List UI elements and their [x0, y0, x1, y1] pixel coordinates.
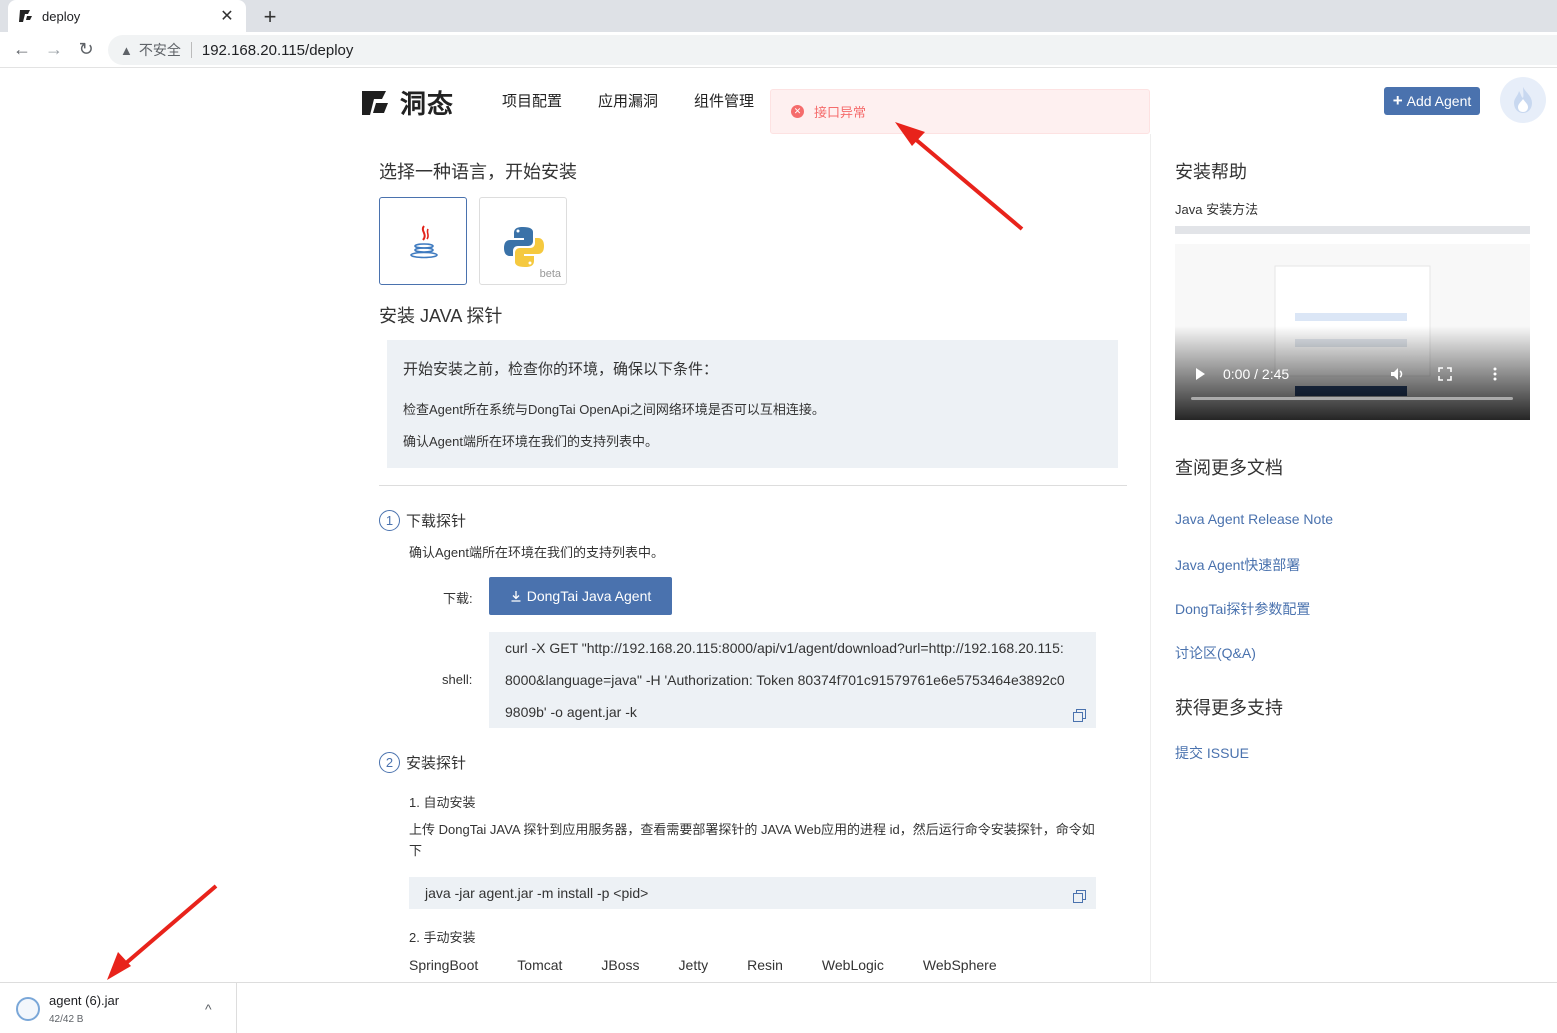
shell-label: shell:: [442, 672, 473, 687]
section-divider: [379, 485, 1127, 486]
doc-link-release-note[interactable]: Java Agent Release Note: [1175, 511, 1333, 527]
nav-project-config[interactable]: 项目配置: [502, 90, 562, 111]
step-number: 1: [379, 510, 400, 531]
shell-command-line: curl -X GET "http://192.168.20.115:8000/…: [505, 640, 1064, 656]
download-file-name: agent (6).jar: [49, 993, 120, 1008]
security-label[interactable]: 不安全: [139, 40, 181, 60]
auto-install-title: 1. 自动安装: [409, 795, 476, 810]
download-button-label: DongTai Java Agent: [526, 588, 652, 604]
forward-button[interactable]: →: [42, 37, 66, 61]
docs-title: 查阅更多文档: [1175, 458, 1283, 478]
step-download: 1 下载探针: [379, 510, 466, 531]
address-separator: [190, 42, 192, 58]
auto-install-desc: 上传 DongTai JAVA 探针到应用服务器，查看需要部署探针的 JAVA …: [409, 822, 1095, 858]
tab-title: deploy: [42, 8, 81, 24]
tab-tomcat[interactable]: Tomcat: [517, 957, 562, 973]
manual-install-title: 2. 手动安装: [409, 930, 476, 945]
annotation-arrow-download: [107, 884, 218, 980]
dongtai-logo-icon: [362, 90, 388, 115]
error-message: 接口异常: [814, 105, 867, 120]
tab-close-icon[interactable]: ✕: [218, 6, 236, 26]
error-icon: ✕: [791, 105, 804, 118]
flame-icon: [1514, 87, 1532, 113]
step-install: 2 安装探针: [379, 752, 466, 773]
annotation-arrow-toast: [895, 122, 1024, 231]
tab-jboss[interactable]: JBoss: [601, 957, 639, 973]
video-progress-bar[interactable]: [1191, 397, 1513, 400]
install-command: java -jar agent.jar -m install -p <pid>: [425, 885, 649, 901]
shell-command-block[interactable]: curl -X GET "http://192.168.20.115:8000/…: [489, 632, 1096, 728]
choose-language-title: 选择一种语言，开始安装: [379, 162, 577, 182]
download-icon: [511, 591, 521, 602]
prerequisite-notice: 开始安装之前，检查你的环境，确保以下条件： 检查Agent所在系统与DongTa…: [387, 340, 1118, 468]
more-options-icon[interactable]: [1492, 366, 1498, 382]
doc-link-quick-deploy[interactable]: Java Agent快速部署: [1175, 555, 1300, 575]
warning-icon[interactable]: ▲: [120, 43, 133, 58]
submit-issue-link[interactable]: 提交 ISSUE: [1175, 743, 1249, 763]
video-title: Java 安装方法: [1175, 202, 1259, 217]
nav-app-vulns[interactable]: 应用漏洞: [598, 90, 658, 111]
step-title: 下载探针: [406, 513, 467, 530]
back-button[interactable]: ←: [10, 37, 34, 61]
tab-jetty[interactable]: Jetty: [679, 957, 709, 973]
new-tab-button[interactable]: +: [258, 4, 282, 30]
video-controls: 0:00 / 2:45: [1175, 362, 1530, 386]
column-divider: [1150, 134, 1151, 984]
install-help-title: 安装帮助: [1175, 162, 1247, 182]
browser-toolbar: ← → ↻ ▲ 不安全 192.168.20.115/deploy: [0, 32, 1557, 68]
video-time: 0:00 / 2:45: [1223, 366, 1290, 382]
copy-icon[interactable]: [1073, 890, 1086, 903]
url-text[interactable]: 192.168.20.115/deploy: [202, 42, 354, 59]
language-python-card[interactable]: beta: [479, 197, 567, 285]
install-java-title: 安装 JAVA 探针: [379, 306, 503, 326]
notice-line: 检查Agent所在系统与DongTai OpenApi之间网络环境是否可以互相连…: [403, 402, 825, 417]
reload-button[interactable]: ↻: [74, 37, 98, 61]
notice-line: 确认Agent端所在环境在我们的支持列表中。: [403, 434, 658, 449]
browser-tabstrip: deploy ✕ +: [0, 0, 1557, 32]
volume-icon[interactable]: [1389, 366, 1405, 382]
user-avatar[interactable]: [1500, 77, 1546, 123]
server-tabs: SpringBoot Tomcat JBoss Jetty Resin WebL…: [409, 957, 1036, 973]
nav-component-mgmt[interactable]: 组件管理: [694, 90, 754, 111]
shell-command-line: 8000&language=java" -H 'Authorization: T…: [505, 672, 1065, 688]
download-file-size: 42/42 B: [49, 1014, 84, 1025]
copy-icon[interactable]: [1073, 709, 1086, 722]
tab-resin[interactable]: Resin: [747, 957, 783, 973]
notice-title: 开始安装之前，检查你的环境，确保以下条件：: [403, 361, 719, 378]
download-label: 下载:: [443, 591, 473, 606]
download-agent-button[interactable]: DongTai Java Agent: [489, 577, 672, 615]
play-icon[interactable]: [1193, 367, 1207, 381]
jar-file-icon: [16, 997, 40, 1021]
step-title: 安装探针: [406, 755, 467, 772]
add-agent-button[interactable]: + Add Agent: [1384, 87, 1480, 115]
dongtai-logo[interactable]: 洞态: [360, 84, 454, 121]
step-number: 2: [379, 752, 400, 773]
step-description: 确认Agent端所在环境在我们的支持列表中。: [409, 545, 664, 560]
shell-command-line: 9809b' -o agent.jar -k: [505, 704, 637, 720]
browser-tab[interactable]: deploy ✕: [8, 0, 246, 32]
doc-link-qa[interactable]: 讨论区(Q&A): [1175, 643, 1256, 663]
install-command-block[interactable]: java -jar agent.jar -m install -p <pid>: [409, 877, 1096, 909]
tab-websphere[interactable]: WebSphere: [923, 957, 997, 973]
support-title: 获得更多支持: [1175, 698, 1283, 718]
beta-badge: beta: [539, 268, 561, 280]
tab-weblogic[interactable]: WebLogic: [822, 957, 884, 973]
plus-icon: +: [1392, 91, 1403, 110]
chevron-up-icon[interactable]: ^: [205, 1001, 212, 1017]
logo-text: 洞态: [400, 89, 455, 119]
doc-link-agent-params[interactable]: DongTai探针参数配置: [1175, 599, 1310, 619]
address-bar[interactable]: ▲ 不安全 192.168.20.115/deploy: [108, 35, 1557, 65]
dongtai-favicon-icon: [19, 10, 32, 22]
java-icon: [410, 225, 438, 259]
add-agent-label: Add Agent: [1406, 93, 1472, 109]
install-video-player[interactable]: 0:00 / 2:45: [1175, 226, 1530, 420]
error-toast: ✕ 接口异常: [770, 89, 1150, 134]
language-java-card[interactable]: [379, 197, 467, 285]
main-nav: 项目配置 应用漏洞 组件管理: [502, 90, 754, 111]
tab-springboot[interactable]: SpringBoot: [409, 957, 478, 973]
download-shelf: agent (6).jar 42/42 B ^: [0, 982, 1557, 1033]
python-icon: [504, 227, 544, 267]
download-item[interactable]: agent (6).jar 42/42 B ^: [0, 983, 237, 1033]
fullscreen-icon[interactable]: [1438, 367, 1452, 381]
